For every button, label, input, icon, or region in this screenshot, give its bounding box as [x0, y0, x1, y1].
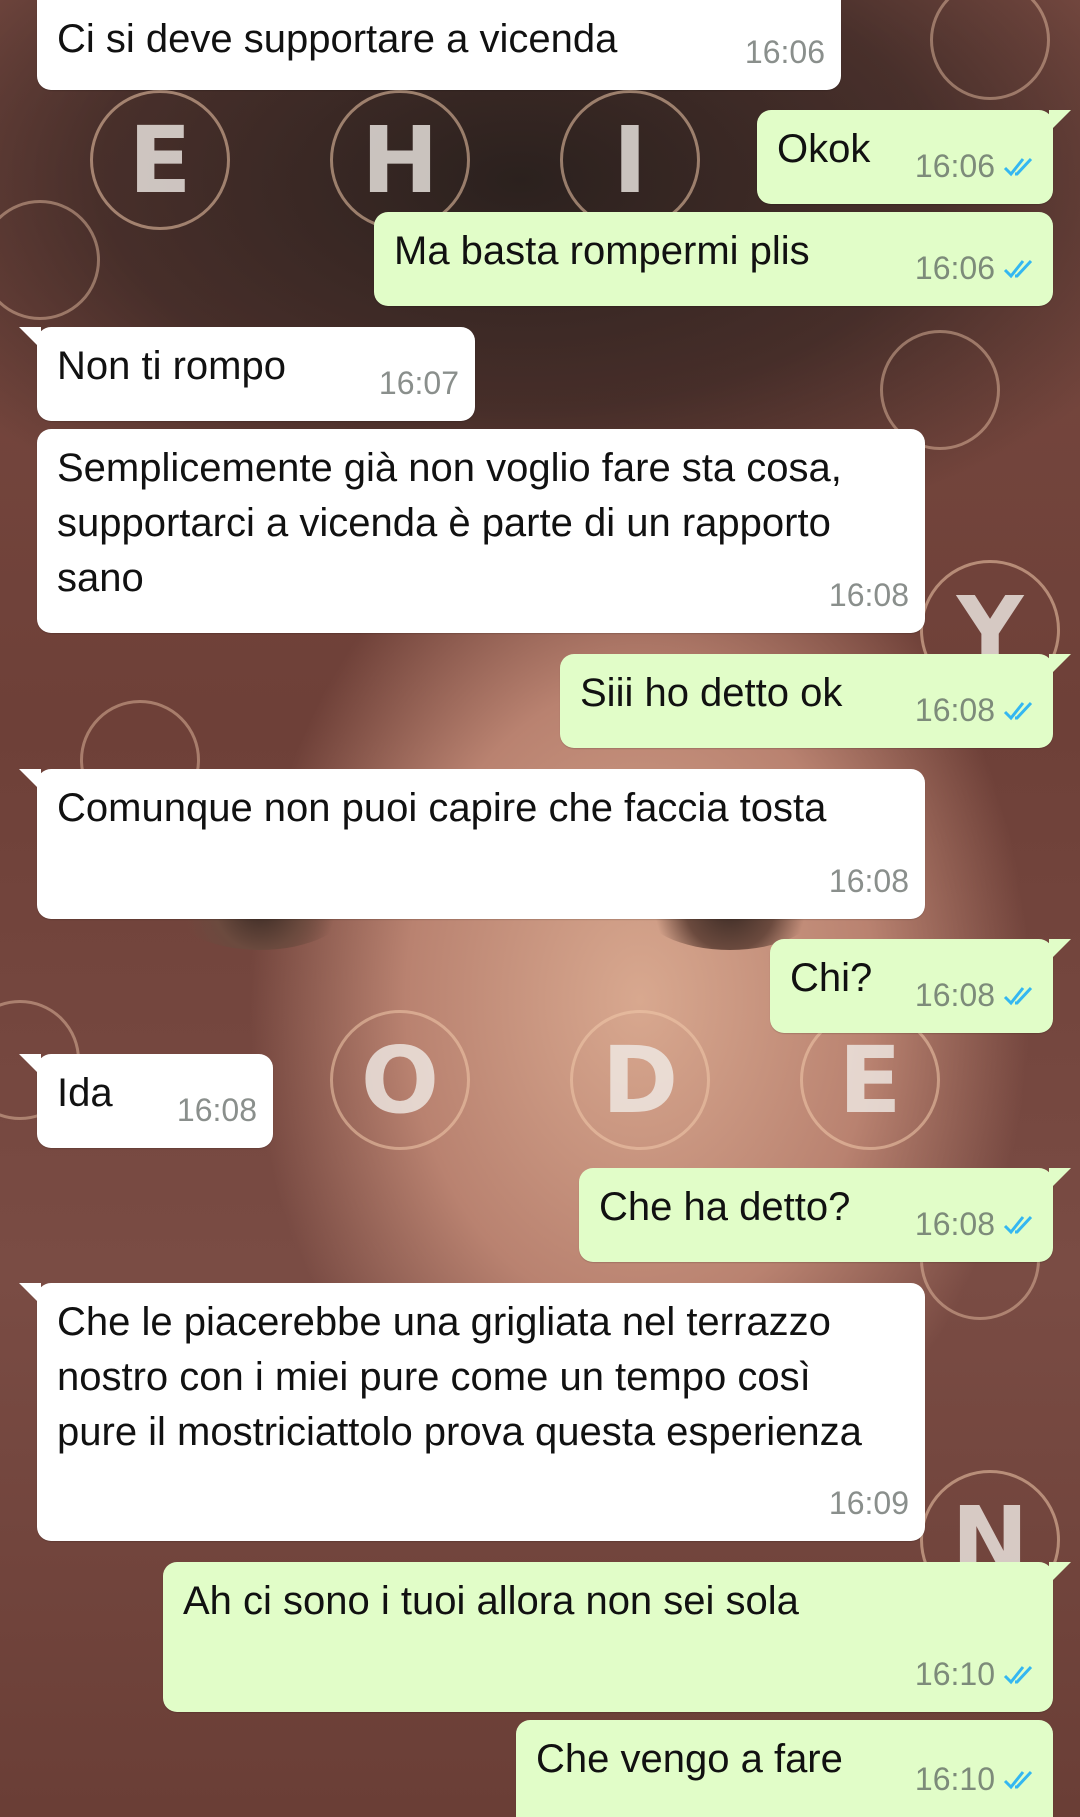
message-bubble-incoming[interactable]: Ci si deve supportare a vicenda 16:06	[37, 0, 841, 90]
message-meta: 16:06	[915, 139, 1037, 194]
message-bubble-outgoing[interactable]: Chi? 16:08	[770, 939, 1071, 1033]
message-time: 16:07	[378, 365, 459, 401]
message-text: Siii ho detto ok	[580, 671, 843, 715]
message-text: Comunque non puoi capire che faccia tost…	[57, 786, 827, 830]
message-text: Ma basta rompermi plis	[394, 229, 810, 273]
message-text: Che ha detto?	[599, 1185, 851, 1229]
message-text: Non ti rompo	[57, 344, 286, 388]
read-double-tick-icon	[1003, 701, 1033, 720]
message-text: Ci si deve supportare a vicenda	[57, 17, 618, 61]
message-bubble-outgoing[interactable]: Siii ho detto ok 16:08	[560, 654, 1071, 748]
message-meta: 16:06	[915, 241, 1037, 296]
message-bubble-outgoing[interactable]: Okok 16:06	[757, 110, 1071, 204]
message-bubble-incoming[interactable]: Semplicemente già non voglio fare sta co…	[37, 429, 925, 633]
read-double-tick-icon	[1003, 1665, 1033, 1684]
message-bubble-incoming[interactable]: Non ti rompo 16:07	[19, 327, 475, 421]
message-bubble-incoming[interactable]: Comunque non puoi capire che faccia tost…	[19, 769, 925, 919]
message-time: 16:08	[828, 863, 909, 899]
message-bubble-incoming[interactable]: Che le piacerebbe una grigliata nel terr…	[19, 1283, 925, 1541]
message-text: Che vengo a fare	[536, 1737, 843, 1781]
message-meta: 16:08	[915, 1197, 1037, 1252]
message-meta: 16:08	[177, 1083, 257, 1138]
message-meta: 16:08	[829, 854, 909, 909]
message-text: Semplicemente già non voglio fare sta co…	[57, 446, 854, 600]
message-bubble-outgoing[interactable]: Che vengo a fare 16:10	[516, 1720, 1053, 1817]
read-double-tick-icon	[1003, 259, 1033, 278]
message-bubble-outgoing[interactable]: Ma basta rompermi plis 16:06	[374, 212, 1053, 306]
message-text: Ah ci sono i tuoi allora non sei sola	[183, 1579, 799, 1623]
message-list[interactable]: Ci si deve supportare a vicenda 16:06 Ok…	[0, 0, 1080, 1817]
read-double-tick-icon	[1003, 986, 1033, 1005]
message-text: Okok	[777, 127, 871, 171]
message-text: Chi?	[790, 956, 873, 1000]
message-meta: 16:08	[915, 968, 1037, 1023]
message-meta: 16:08	[915, 683, 1037, 738]
message-time: 16:10	[914, 1761, 995, 1797]
read-double-tick-icon	[1003, 1770, 1033, 1789]
message-time: 16:09	[828, 1485, 909, 1521]
message-meta: 16:10	[915, 1647, 1037, 1702]
message-time: 16:08	[176, 1092, 257, 1128]
message-time: 16:06	[914, 250, 995, 286]
read-double-tick-icon	[1003, 157, 1033, 176]
message-time: 16:10	[914, 1656, 995, 1692]
message-meta: 16:06	[745, 25, 825, 80]
message-bubble-incoming[interactable]: Ida 16:08	[19, 1054, 273, 1148]
message-time: 16:06	[744, 34, 825, 70]
message-time: 16:08	[828, 577, 909, 613]
message-time: 16:08	[914, 692, 995, 728]
message-text: Che le piacerebbe una grigliata nel terr…	[57, 1300, 862, 1454]
message-text: Ida	[57, 1071, 113, 1115]
read-double-tick-icon	[1003, 1215, 1033, 1234]
message-bubble-outgoing[interactable]: Ah ci sono i tuoi allora non sei sola 16…	[163, 1562, 1071, 1712]
message-time: 16:08	[914, 1206, 995, 1242]
message-meta: 16:07	[379, 356, 459, 411]
message-bubble-outgoing[interactable]: Che ha detto? 16:08	[579, 1168, 1071, 1262]
message-time: 16:06	[914, 148, 995, 184]
message-meta: 16:09	[829, 1476, 909, 1531]
message-time: 16:08	[914, 977, 995, 1013]
message-meta: 16:08	[829, 568, 909, 623]
message-meta: 16:10	[915, 1752, 1037, 1807]
